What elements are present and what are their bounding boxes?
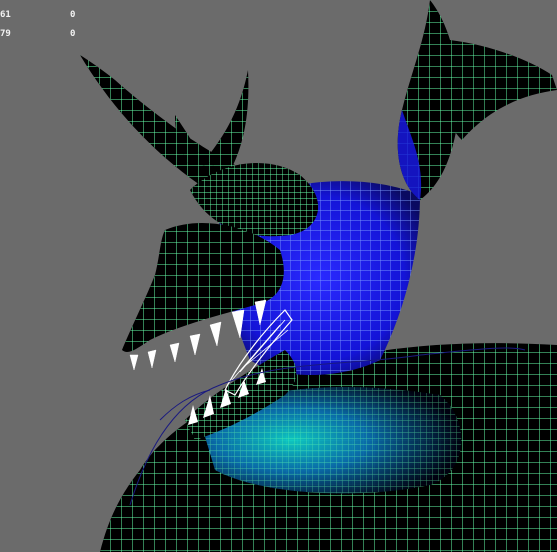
hud-value: 0	[70, 10, 76, 20]
hud-label: 79	[0, 29, 11, 39]
mesh-wireframe-render	[80, 0, 557, 552]
hud-row: 61 0	[0, 6, 90, 25]
hud-row: 79 0	[0, 25, 90, 44]
hud-label: 61	[0, 10, 11, 20]
hud-statistics: 61 0 79 0	[0, 6, 90, 44]
hud-value: 0	[70, 29, 76, 39]
3d-viewport[interactable]: 61 0 79 0	[0, 0, 557, 552]
